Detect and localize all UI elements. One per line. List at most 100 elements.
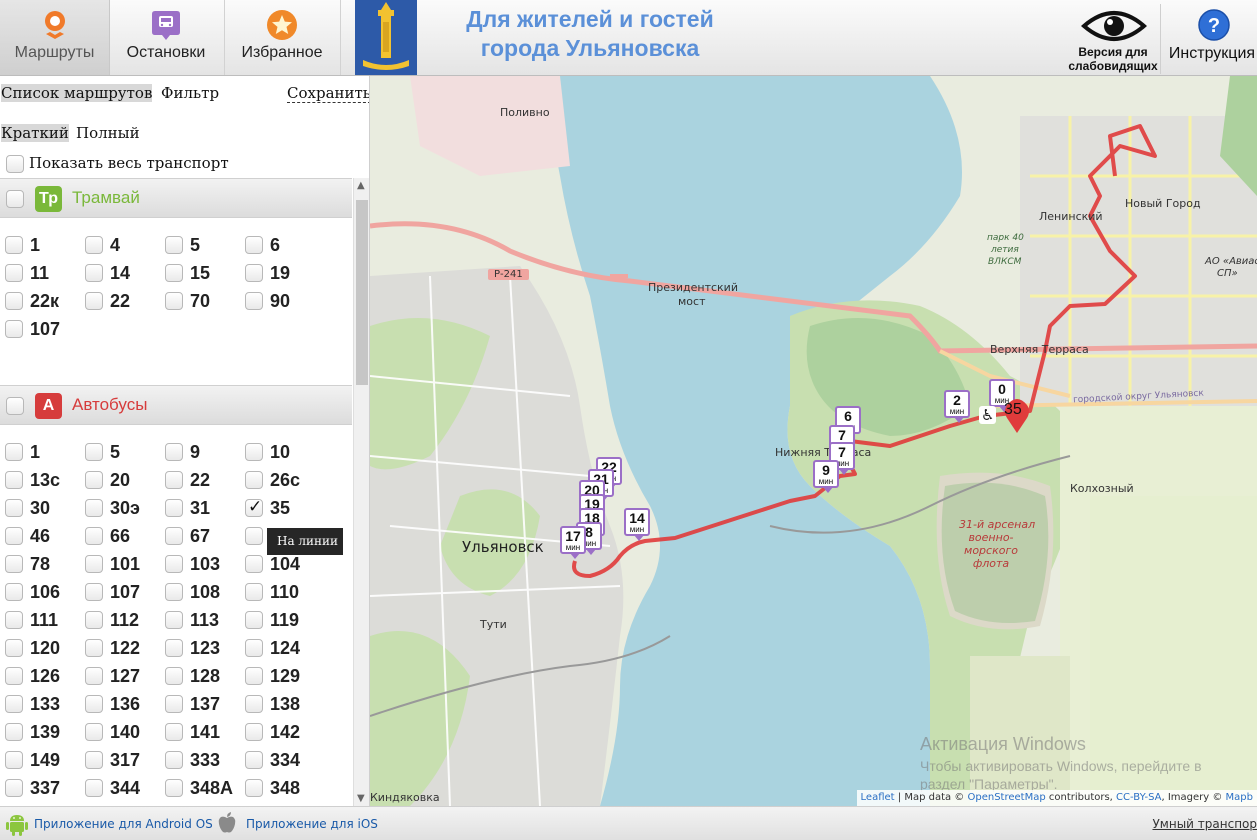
tram-route-checkbox[interactable]: [85, 236, 103, 254]
tram-route-checkbox[interactable]: [5, 292, 23, 310]
bus-route-checkbox[interactable]: [245, 527, 263, 545]
bus-route-checkbox[interactable]: [85, 583, 103, 601]
tram-route-checkbox[interactable]: [5, 236, 23, 254]
tram-route-checkbox[interactable]: [245, 264, 263, 282]
bus-route-checkbox[interactable]: [165, 611, 183, 629]
bus-route-checkbox[interactable]: [5, 443, 23, 461]
bus-route-checkbox[interactable]: [245, 639, 263, 657]
tram-route-checkbox[interactable]: [245, 236, 263, 254]
bus-route-checkbox[interactable]: [165, 583, 183, 601]
bus-route-checkbox[interactable]: [5, 527, 23, 545]
routes-scroll-area[interactable]: Тр Трамвай 1 4 5 6 11 14 15 19 22к 22 70 90 107 А Ав…: [0, 178, 369, 806]
bus-route-checkbox[interactable]: [245, 751, 263, 769]
bus-route-checkbox[interactable]: [85, 499, 103, 517]
tab-favorites[interactable]: Избранное: [226, 0, 338, 75]
bus-group-header[interactable]: А Автобусы: [0, 385, 352, 425]
accessibility-label: Версия для слабовидящих: [1066, 45, 1160, 73]
bus-route-checkbox[interactable]: [245, 723, 263, 741]
stop-arrival-marker[interactable]: 9 мин: [813, 460, 839, 493]
mapbox-link[interactable]: Mapb: [1226, 792, 1253, 803]
smart-transport-link[interactable]: Умный транспор: [1152, 817, 1257, 831]
accessibility-version-button[interactable]: Версия для слабовидящих: [1066, 4, 1161, 74]
scroll-up-arrow-icon[interactable]: ▲: [357, 180, 365, 191]
tram-route-checkbox[interactable]: [85, 292, 103, 310]
bus-route-checkbox[interactable]: [165, 555, 183, 573]
bus-route-checkbox[interactable]: [5, 667, 23, 685]
bus-route-checkbox[interactable]: [245, 667, 263, 685]
ios-app-link[interactable]: Приложение для iOS: [246, 817, 378, 831]
bus-position-marker[interactable]: 35: [1002, 398, 1032, 434]
tab-routes[interactable]: Маршруты: [0, 0, 110, 75]
android-app-link[interactable]: Приложение для Android OS: [34, 817, 213, 831]
bus-route-checkbox[interactable]: [85, 471, 103, 489]
bus-route-checkbox[interactable]: [5, 611, 23, 629]
bus-route-checkbox[interactable]: [5, 583, 23, 601]
bus-route-checkbox[interactable]: [85, 723, 103, 741]
bus-route-checkbox[interactable]: [245, 779, 263, 797]
bus-group-checkbox[interactable]: [6, 397, 24, 415]
bus-route-checkbox[interactable]: [85, 555, 103, 573]
bus-route-checkbox[interactable]: [165, 443, 183, 461]
view-short-toggle[interactable]: Краткий: [1, 124, 69, 142]
bus-route-checkbox[interactable]: [85, 695, 103, 713]
bus-route-checkbox[interactable]: [245, 583, 263, 601]
bus-route-checkbox[interactable]: [165, 695, 183, 713]
map-view[interactable]: Поливно Президентский мост Р-241 Ульянов…: [370, 76, 1257, 806]
bus-route-checkbox[interactable]: [5, 639, 23, 657]
bus-route-checkbox[interactable]: [5, 751, 23, 769]
bus-route-checkbox[interactable]: [165, 723, 183, 741]
bus-route-checkbox[interactable]: [245, 555, 263, 573]
bus-route-checkbox[interactable]: [165, 751, 183, 769]
bus-route-checkbox[interactable]: [5, 695, 23, 713]
scroll-thumb[interactable]: [356, 200, 368, 385]
bus-route-checkbox[interactable]: [5, 779, 23, 797]
bus-route-checkbox[interactable]: [5, 499, 23, 517]
bus-route-checkbox[interactable]: [245, 611, 263, 629]
save-link[interactable]: Сохранить: [287, 84, 369, 103]
bus-route-checkbox[interactable]: [85, 527, 103, 545]
bus-route-checkbox[interactable]: [165, 667, 183, 685]
tram-route-checkbox[interactable]: [5, 320, 23, 338]
bus-route-checkbox[interactable]: [85, 779, 103, 797]
bus-route-checkbox[interactable]: [165, 639, 183, 657]
bus-route-checkbox[interactable]: [5, 555, 23, 573]
show-all-transport-checkbox[interactable]: [6, 155, 24, 173]
scroll-down-arrow-icon[interactable]: ▼: [357, 793, 365, 804]
bus-route-checkbox[interactable]: [85, 639, 103, 657]
tab-routes-list[interactable]: Список маршрутов: [1, 84, 153, 102]
bus-route-checkbox[interactable]: [165, 499, 183, 517]
tram-route-checkbox[interactable]: [245, 292, 263, 310]
view-full-toggle[interactable]: Полный: [76, 124, 140, 142]
tram-route-checkbox[interactable]: [85, 264, 103, 282]
stop-arrival-marker[interactable]: 14 мин: [624, 508, 650, 541]
bus-route-checkbox[interactable]: [85, 611, 103, 629]
bus-route-checkbox[interactable]: [165, 779, 183, 797]
bus-route-checkbox[interactable]: [85, 751, 103, 769]
bus-route-checkbox[interactable]: [5, 723, 23, 741]
bus-route-checkbox[interactable]: [245, 443, 263, 461]
tab-filter[interactable]: Фильтр: [161, 84, 219, 102]
license-link[interactable]: CC-BY-SA: [1116, 792, 1161, 803]
leaflet-link[interactable]: Leaflet: [861, 792, 895, 803]
stop-arrival-marker[interactable]: 17 мин: [560, 526, 586, 559]
bus-route-checkbox[interactable]: [85, 443, 103, 461]
stop-arrival-marker[interactable]: 2 мин: [944, 390, 970, 423]
bus-route-checkbox[interactable]: [165, 471, 183, 489]
bus-route-checkbox[interactable]: [245, 497, 263, 517]
tram-route-checkbox[interactable]: [165, 264, 183, 282]
bus-route-checkbox[interactable]: [165, 527, 183, 545]
tram-route-checkbox[interactable]: [5, 264, 23, 282]
tram-route-checkbox[interactable]: [165, 292, 183, 310]
osm-link[interactable]: OpenStreetMap: [967, 792, 1045, 803]
bus-route-checkbox[interactable]: [5, 471, 23, 489]
arrival-minutes: 7: [838, 427, 846, 443]
tab-stops[interactable]: Остановки: [111, 0, 221, 75]
tram-group-header[interactable]: Тр Трамвай: [0, 178, 352, 218]
bus-route-checkbox[interactable]: [85, 667, 103, 685]
tram-route-checkbox[interactable]: [165, 236, 183, 254]
routes-scrollbar[interactable]: ▲ ▼: [353, 178, 369, 806]
instructions-button[interactable]: ? Инструкция: [1167, 0, 1257, 75]
bus-route-checkbox[interactable]: [245, 471, 263, 489]
tram-group-checkbox[interactable]: [6, 190, 24, 208]
bus-route-checkbox[interactable]: [245, 695, 263, 713]
